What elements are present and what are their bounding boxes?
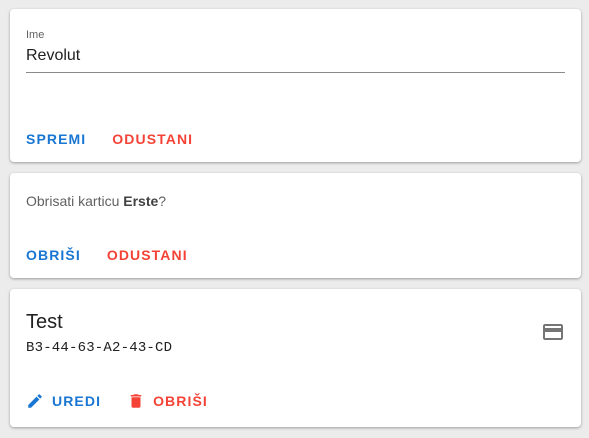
name-input[interactable] [26, 42, 565, 73]
card-title: Test [26, 311, 63, 333]
confirm-delete-button[interactable]: OBRIŠI [18, 241, 89, 269]
edit-form-actions: SPREMI ODUSTANI [18, 125, 211, 153]
cancel-button[interactable]: ODUSTANI [104, 125, 201, 153]
card-item-actions: UREDI OBRIŠI [18, 387, 226, 415]
prompt-card-name: Erste [123, 193, 159, 209]
name-field-label: Ime [26, 29, 45, 41]
edit-button-label: UREDI [52, 393, 102, 409]
cancel-delete-button[interactable]: ODUSTANI [99, 241, 196, 269]
edit-card-form: Ime SPREMI ODUSTANI [10, 9, 581, 162]
card-number: B3-44-63-A2-43-CD [26, 340, 173, 356]
credit-card-icon [543, 324, 563, 340]
prompt-prefix: Obrisati karticu [26, 193, 124, 209]
delete-confirm-prompt: Obrisati karticu Erste? [26, 193, 166, 209]
delete-confirm-card: Obrisati karticu Erste? OBRIŠI ODUSTANI [10, 173, 581, 278]
prompt-suffix: ? [158, 193, 167, 209]
pencil-icon [28, 394, 42, 408]
delete-confirm-actions: OBRIŠI ODUSTANI [18, 241, 206, 269]
card-item: Test B3-44-63-A2-43-CD UREDI OBRIŠI [10, 289, 581, 427]
save-button[interactable]: SPREMI [18, 125, 94, 153]
delete-button-label: OBRIŠI [153, 393, 208, 409]
name-field: Ime [26, 29, 565, 73]
delete-button[interactable]: OBRIŠI [119, 387, 216, 415]
edit-button[interactable]: UREDI [18, 387, 109, 415]
trash-icon [130, 394, 142, 408]
